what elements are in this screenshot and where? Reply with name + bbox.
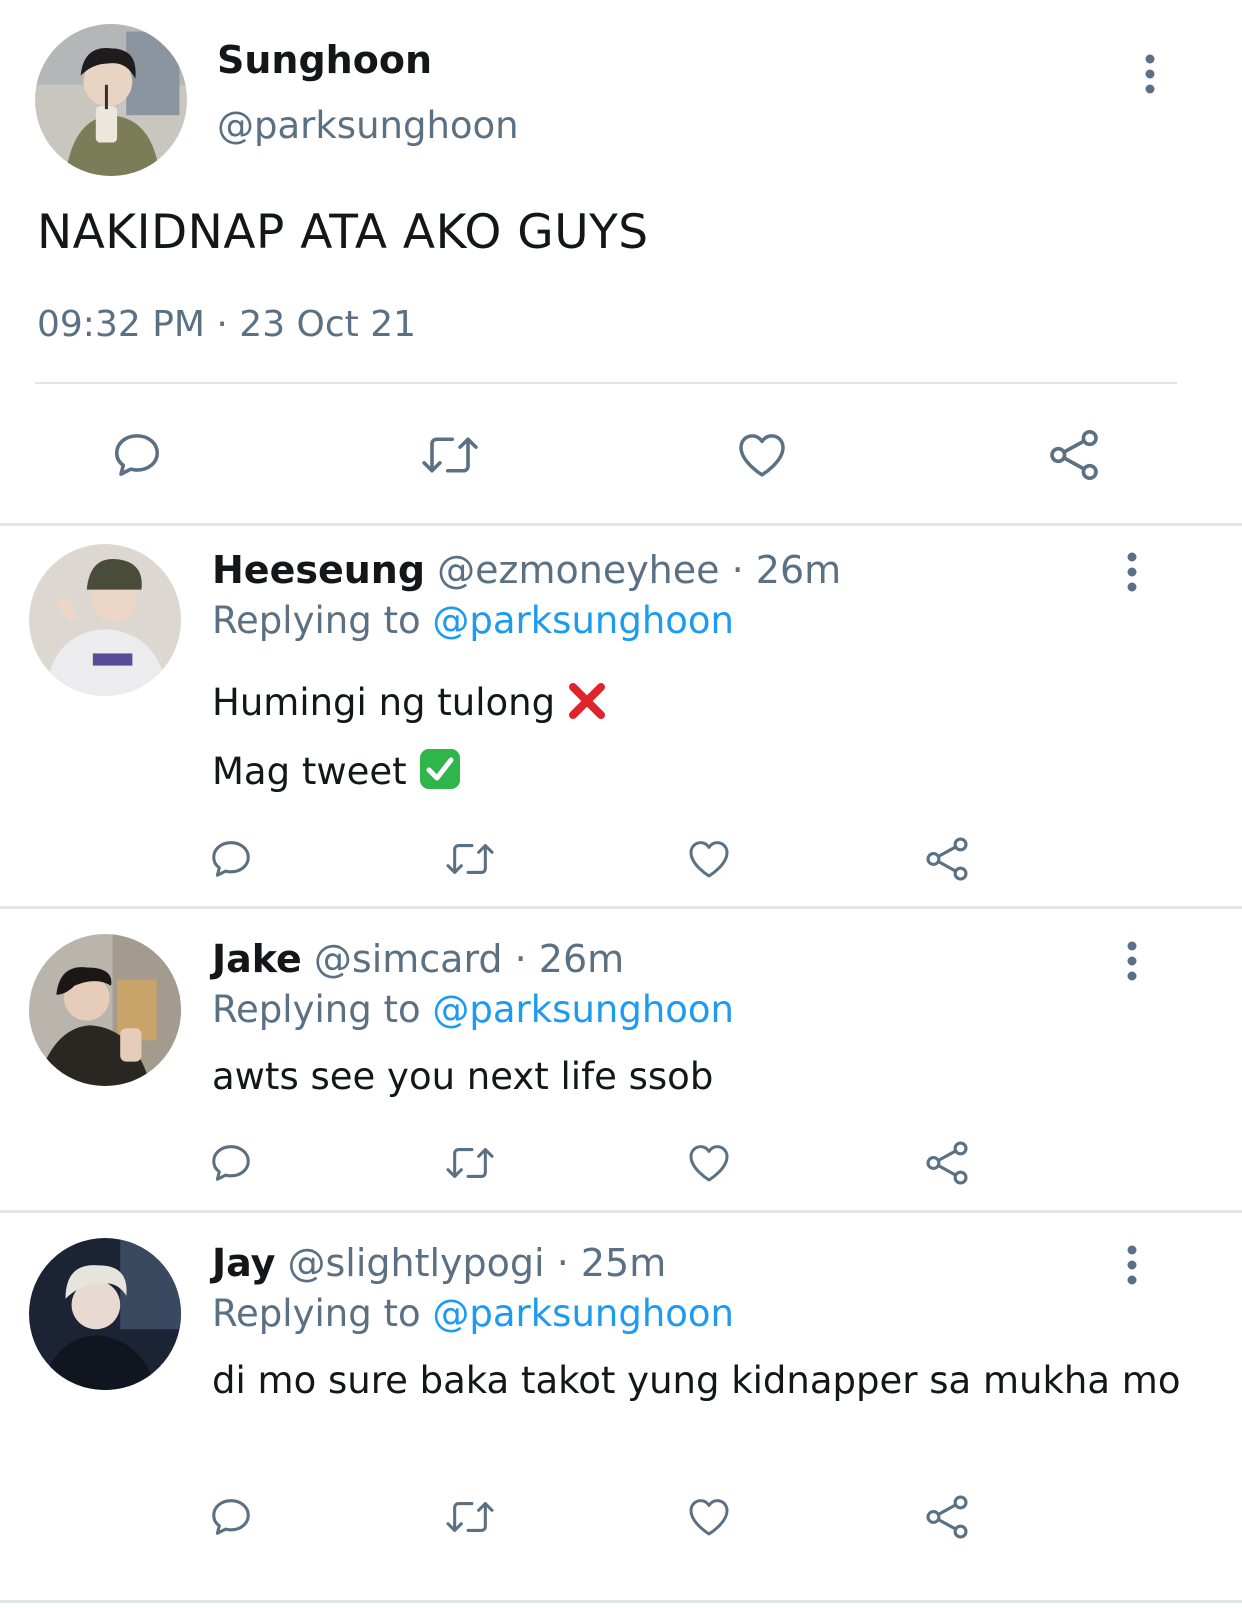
like-button[interactable] [683, 835, 735, 883]
avatar-sunghoon[interactable] [35, 24, 187, 176]
replying-to: Replying to @parksunghoon [212, 599, 734, 642]
share-button[interactable] [1042, 425, 1106, 485]
reply-text: awts see you next life ssob [212, 1055, 714, 1098]
author-name[interactable]: Sunghoon [217, 38, 432, 82]
replying-to: Replying to @parksunghoon [212, 988, 734, 1031]
more-vertical-icon[interactable] [1140, 52, 1160, 96]
retweet-icon [446, 1148, 494, 1178]
retweet-button[interactable] [414, 425, 486, 485]
reply-author-name[interactable]: Heeseung [212, 548, 425, 592]
divider [0, 906, 1242, 909]
share-icon [926, 1495, 968, 1539]
reply-button[interactable] [205, 835, 257, 883]
retweet-button[interactable] [440, 835, 500, 883]
reply-header: Jay @slightlypogi · 25m [212, 1241, 666, 1285]
reply-text: di mo sure baka takot yung kidnapper sa … [212, 1359, 1181, 1402]
divider [0, 523, 1242, 526]
reply-text-line: Mag tweet [212, 748, 461, 799]
reply-time[interactable]: · 26m [732, 548, 842, 592]
divider [0, 1210, 1242, 1213]
more-vertical-icon[interactable] [1122, 550, 1142, 594]
retweet-button[interactable] [440, 1139, 500, 1187]
like-button[interactable] [683, 1139, 735, 1187]
avatar-heeseung[interactable] [29, 544, 181, 696]
tweet-text: NAKIDNAP ATA AKO GUYS [37, 205, 649, 260]
share-button[interactable] [921, 1493, 973, 1541]
replying-to-handle[interactable]: @parksunghoon [432, 599, 734, 642]
share-icon [926, 1141, 968, 1185]
reply-author-handle[interactable]: @simcard [314, 937, 503, 981]
reply-author-name[interactable]: Jake [212, 937, 302, 981]
reply-button[interactable] [205, 1139, 257, 1187]
share-button[interactable] [921, 835, 973, 883]
replying-label: Replying to [212, 988, 421, 1031]
reply-icon [212, 1145, 250, 1181]
replying-label: Replying to [212, 599, 421, 642]
retweet-icon [422, 437, 478, 473]
reply-text-line: Humingi ng tulong [212, 681, 607, 730]
divider [0, 1600, 1242, 1603]
cross-mark-emoji [567, 681, 607, 730]
replying-label: Replying to [212, 1292, 421, 1335]
reply-header: Heeseung @ezmoneyhee · 26m [212, 548, 841, 592]
author-handle[interactable]: @parksunghoon [217, 104, 519, 147]
heart-icon [689, 1499, 729, 1536]
reply-author-name[interactable]: Jay [212, 1241, 275, 1285]
reply-icon [114, 434, 160, 476]
reply-icon [212, 841, 250, 877]
more-vertical-icon[interactable] [1122, 1243, 1142, 1287]
reply-header: Jake @simcard · 26m [212, 937, 624, 981]
share-icon [1050, 429, 1098, 481]
retweet-icon [446, 844, 494, 874]
reply-time[interactable]: · 26m [515, 937, 625, 981]
avatar-jay[interactable] [29, 1238, 181, 1390]
reply-text-line-2: Mag tweet [212, 750, 407, 793]
check-mark-button-emoji [419, 748, 461, 799]
avatar-jake[interactable] [29, 934, 181, 1086]
heart-icon [739, 434, 785, 477]
replying-to-handle[interactable]: @parksunghoon [432, 988, 734, 1031]
heart-icon [689, 1145, 729, 1182]
share-button[interactable] [921, 1139, 973, 1187]
reply-button[interactable] [105, 425, 169, 485]
reply-icon [212, 1499, 250, 1535]
reply-button[interactable] [205, 1493, 257, 1541]
replying-to: Replying to @parksunghoon [212, 1292, 734, 1335]
retweet-button[interactable] [440, 1493, 500, 1541]
like-button[interactable] [730, 425, 794, 485]
more-vertical-icon[interactable] [1122, 939, 1142, 983]
heart-icon [689, 841, 729, 878]
replying-to-handle[interactable]: @parksunghoon [432, 1292, 734, 1335]
tweet-timestamp[interactable]: 09:32 PM · 23 Oct 21 [37, 304, 416, 345]
divider [35, 382, 1177, 384]
reply-time[interactable]: · 25m [557, 1241, 667, 1285]
retweet-icon [446, 1502, 494, 1532]
reply-text-line-1: Humingi ng tulong [212, 681, 556, 724]
share-icon [926, 837, 968, 881]
reply-author-handle[interactable]: @ezmoneyhee [437, 548, 719, 592]
reply-author-handle[interactable]: @slightlypogi [287, 1241, 544, 1285]
like-button[interactable] [683, 1493, 735, 1541]
